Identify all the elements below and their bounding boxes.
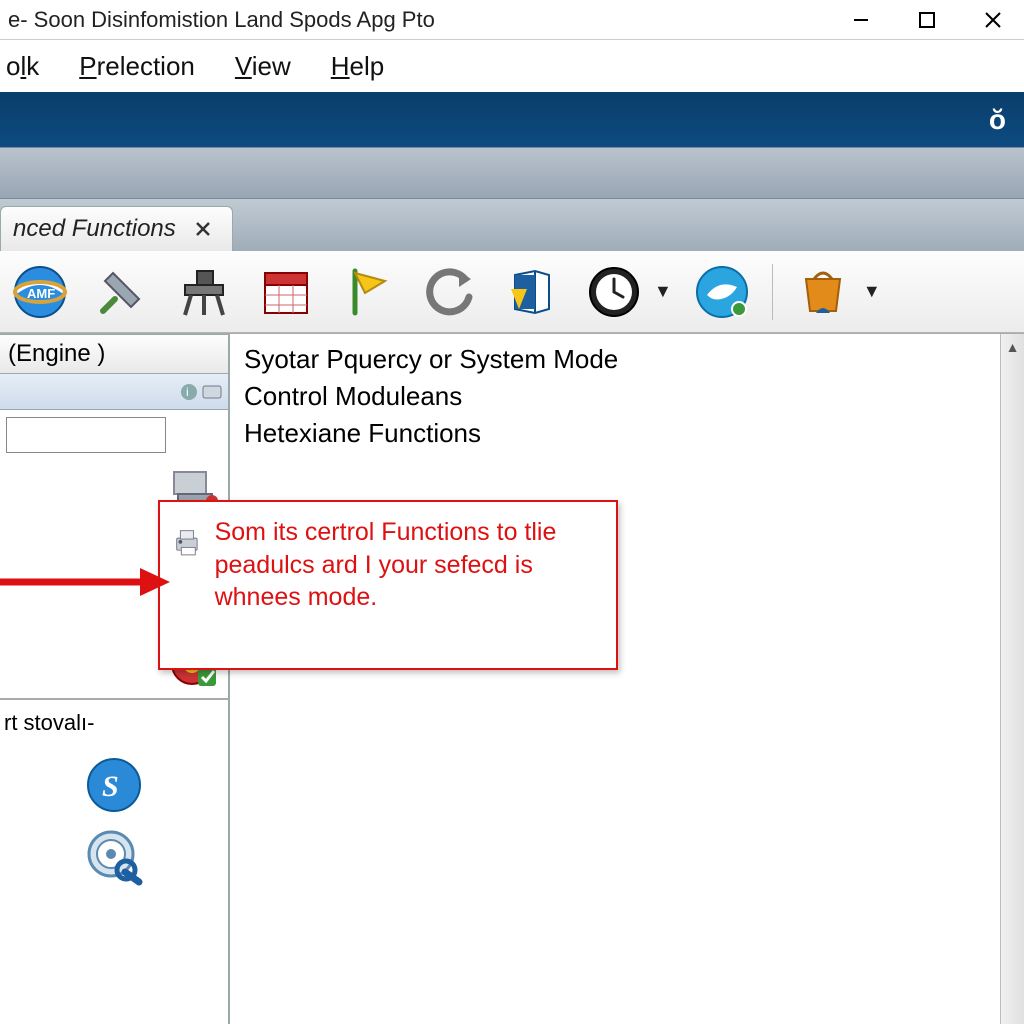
minimize-button[interactable] (838, 4, 884, 36)
dropdown-arrow-icon[interactable]: ▼ (654, 281, 672, 302)
tool-undo-icon[interactable] (418, 260, 482, 324)
sidebar-separator (0, 698, 228, 700)
menu-help[interactable]: Help (331, 51, 384, 82)
menu-view[interactable]: View (235, 51, 291, 82)
tool-pin-icon[interactable] (90, 260, 154, 324)
scroll-up-icon[interactable]: ▲ (1001, 334, 1024, 360)
tool-bird-icon[interactable] (690, 260, 754, 324)
content-text: Syotar Pquercy or System Mode Control Mo… (230, 334, 632, 1024)
callout-text: Som its certrol Functions to tlie peadul… (215, 510, 604, 614)
brand-ornament-icon: ŏ (989, 104, 1006, 136)
sidebar: (Engine ) i rt stovalı- S (0, 334, 230, 1024)
tab-label: nced Functions (13, 215, 176, 243)
content-pane: Syotar Pquercy or System Mode Control Mo… (230, 334, 1024, 1024)
toolbar-divider (772, 264, 773, 320)
close-button[interactable] (970, 4, 1016, 36)
tab-advanced-functions[interactable]: nced Functions (0, 206, 233, 251)
arrow-annotation-icon (0, 562, 175, 602)
menu-item-1[interactable]: olk (6, 51, 39, 82)
tool-flag-icon[interactable] (336, 260, 400, 324)
content-line-2[interactable]: Control Moduleans (244, 379, 618, 414)
sidebar-header: (Engine ) (0, 334, 228, 374)
tool-camera-icon[interactable] (172, 260, 236, 324)
toolbar: AMF ▼ ▼ (0, 251, 1024, 333)
maximize-button[interactable] (904, 4, 950, 36)
workspace: (Engine ) i rt stovalı- S Syotar Pquercy… (0, 333, 1024, 1024)
tool-book-icon[interactable] (500, 260, 564, 324)
svg-text:i: i (186, 385, 189, 399)
window-title: e- Soon Disinfomistion Land Spods Apg Pt… (8, 7, 435, 33)
callout-annotation: Som its certrol Functions to tlie peadul… (158, 500, 618, 670)
printer-icon (172, 526, 205, 596)
disc-search-icon[interactable] (85, 828, 143, 886)
tab-close-button[interactable] (190, 216, 216, 242)
sidebar-bottom-icons: S (0, 742, 228, 900)
sidebar-input-row (0, 410, 228, 460)
sidebar-tree-header[interactable]: i (0, 374, 228, 410)
menu-prelection[interactable]: Prelection (79, 51, 195, 82)
s-circle-icon[interactable]: S (85, 756, 143, 814)
sidebar-filter-input[interactable] (6, 417, 166, 453)
tab-row: nced Functions (0, 199, 1024, 251)
content-line-1[interactable]: Syotar Pquercy or System Mode (244, 342, 618, 377)
menubar: olk Prelection View Help (0, 40, 1024, 92)
titlebar: e- Soon Disinfomistion Land Spods Apg Pt… (0, 0, 1024, 40)
dropdown-arrow-icon[interactable]: ▼ (863, 281, 881, 302)
tool-calendar-icon[interactable] (254, 260, 318, 324)
svg-text:S: S (102, 770, 119, 803)
info-icon: i (180, 383, 198, 401)
window-controls (838, 4, 1016, 36)
vertical-scrollbar[interactable]: ▲ (1000, 334, 1024, 1024)
spacer-strip (0, 147, 1024, 199)
module-icon (202, 383, 222, 401)
brand-band: ŏ (0, 92, 1024, 147)
tool-globe-icon[interactable]: AMF (8, 260, 72, 324)
tool-clock-icon[interactable] (582, 260, 646, 324)
content-line-3[interactable]: Hetexiane Functions (244, 416, 618, 451)
svg-text:AMF: AMF (27, 286, 55, 301)
tool-bag-icon[interactable] (791, 260, 855, 324)
sidebar-section-label: rt stovalı- (0, 704, 228, 742)
